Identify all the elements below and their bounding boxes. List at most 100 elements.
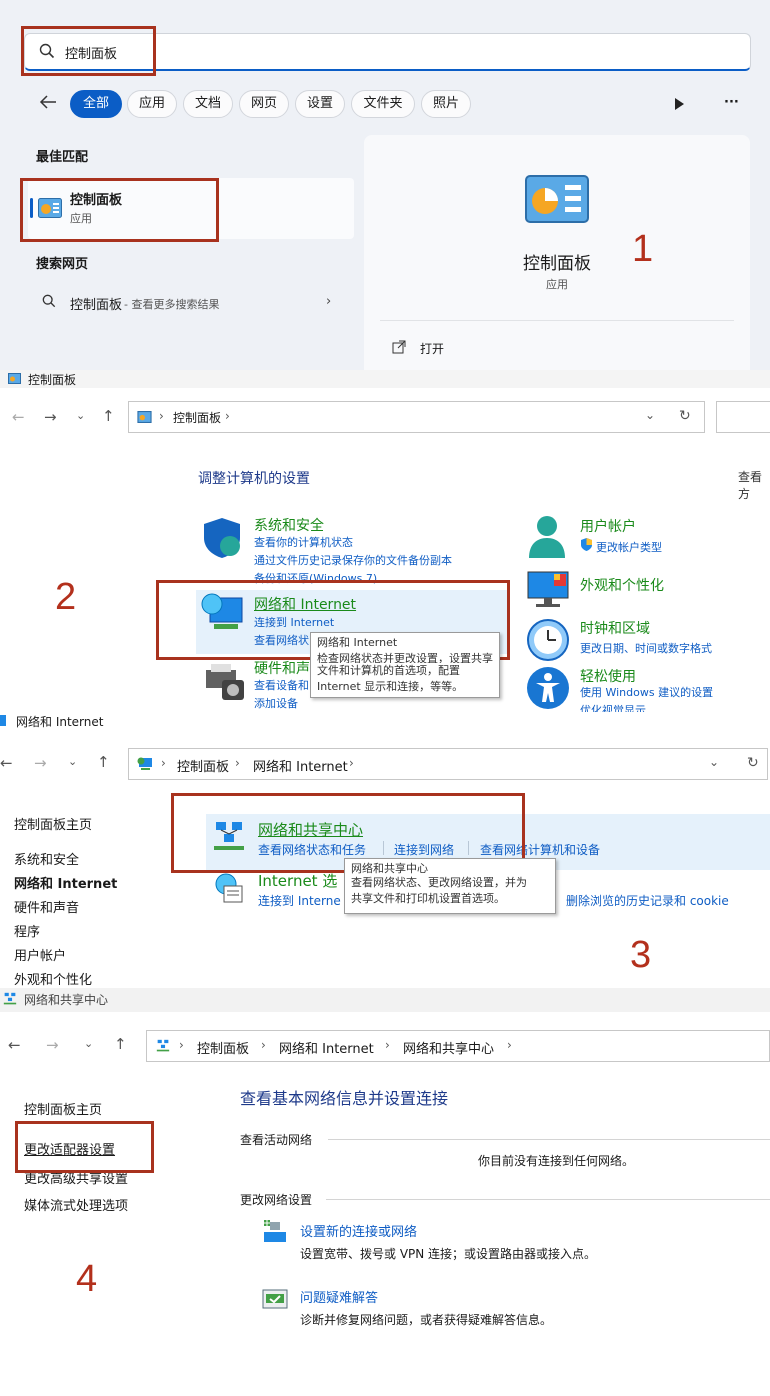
tooltip-line: 检查网络状态并更改设置，设置共享 <box>317 652 493 663</box>
web-search-item[interactable]: 控制面板 - 查看更多搜索结果 › <box>28 285 354 317</box>
address-bar[interactable]: › 控制面板 › ⌄ ↻ <box>128 401 705 433</box>
printer-icon <box>202 662 244 705</box>
address-bar[interactable]: › 控制面板 › 网络和 Internet › 网络和共享中心 › <box>146 1030 770 1062</box>
view-by-label[interactable]: 查看方 <box>738 468 770 502</box>
forward-icon[interactable]: → <box>34 754 47 772</box>
open-button[interactable]: 打开 <box>390 338 510 360</box>
more-icon[interactable]: ··· <box>724 95 739 110</box>
sidebar-item-system[interactable]: 系统和安全 <box>14 849 79 868</box>
breadcrumb-network-internet[interactable]: 网络和 Internet <box>253 756 348 775</box>
play-icon[interactable] <box>674 98 684 113</box>
chevron-right-icon: › <box>225 409 230 423</box>
filter-apps[interactable]: 应用 <box>127 90 177 118</box>
sidebar-item-hardware[interactable]: 硬件和声音 <box>14 897 79 916</box>
uac-shield-icon <box>580 538 593 554</box>
category-hardware-sound[interactable]: 硬件和声 <box>254 658 310 678</box>
network-small-icon <box>137 757 153 774</box>
category-system-security[interactable]: 系统和安全 <box>254 515 324 535</box>
sidebar-item-home[interactable]: 控制面板主页 <box>24 1099 102 1118</box>
chevron-right-icon: › <box>235 756 240 770</box>
best-match-heading: 最佳匹配 <box>36 150 89 165</box>
chevron-right-icon: › <box>159 409 164 423</box>
window-title: 网络和 Internet <box>16 715 104 729</box>
chevron-down-icon[interactable]: ⌄ <box>709 755 719 769</box>
chevron-right-icon: › <box>179 1038 184 1052</box>
step-number: 2 <box>55 576 77 618</box>
breadcrumb-control-panel[interactable]: 控制面板 <box>197 1038 249 1057</box>
link-computer-status[interactable]: 查看你的计算机状态 <box>254 534 353 550</box>
open-external-icon <box>392 340 406 357</box>
forward-icon[interactable]: → <box>44 408 57 426</box>
recent-dropdown-icon[interactable]: ⌄ <box>84 1037 93 1050</box>
up-icon[interactable]: ↑ <box>114 1035 127 1053</box>
page-heading: 调整计算机的设置 <box>198 471 310 487</box>
link-add-device[interactable]: 添加设备 <box>254 695 298 711</box>
breadcrumb-network-internet[interactable]: 网络和 Internet <box>279 1038 374 1057</box>
filter-docs[interactable]: 文档 <box>183 90 233 118</box>
filter-folders[interactable]: 文件夹 <box>351 90 415 118</box>
tooltip-line: 查看网络状态、更改网络设置，并为 <box>351 876 527 889</box>
tooltip-line: Internet 显示和连接，等等。 <box>317 680 464 693</box>
link-date-time-format[interactable]: 更改日期、时间或数字格式 <box>580 640 712 656</box>
recent-dropdown-icon[interactable]: ⌄ <box>68 755 77 768</box>
link-devices[interactable]: 查看设备和 <box>254 677 309 693</box>
back-icon[interactable]: ← <box>12 408 25 426</box>
category-ease-of-access[interactable]: 轻松使用 <box>580 666 636 686</box>
link-recommended-settings[interactable]: 使用 Windows 建议的设置 <box>580 684 713 700</box>
address-bar[interactable]: › 控制面板 › 网络和 Internet › ⌄ ↻ <box>128 748 768 780</box>
category-clock-region[interactable]: 时钟和区域 <box>580 618 650 638</box>
search-field[interactable] <box>716 401 770 433</box>
chevron-down-icon[interactable]: ⌄ <box>645 408 655 422</box>
category-appearance[interactable]: 外观和个性化 <box>580 575 664 595</box>
link-delete-history[interactable]: 删除浏览的历史记录和 cookie <box>566 892 729 909</box>
sidebar-item-users[interactable]: 用户帐户 <box>14 945 66 964</box>
control-panel-large-icon <box>525 175 589 226</box>
preview-pane: 控制面板 应用 打开 <box>364 135 750 370</box>
sidebar-item-appearance[interactable]: 外观和个性化 <box>14 969 92 988</box>
up-icon[interactable]: ↑ <box>102 407 115 425</box>
sharing-center-window: 网络和共享中心 ← → ⌄ ↑ › 控制面板 › 网络和 Internet › … <box>0 988 770 1396</box>
highlight-search <box>21 26 156 76</box>
category-user-accounts[interactable]: 用户帐户 <box>580 516 636 536</box>
step-number: 3 <box>630 934 652 976</box>
sharing-center-tooltip: 网络和共享中心 查看网络状态、更改网络设置，并为 共享文件和打印机设置首选项。 <box>344 858 556 914</box>
control-panel-small-icon <box>8 373 21 387</box>
chevron-right-icon: › <box>507 1038 512 1052</box>
troubleshoot-icon <box>262 1286 288 1315</box>
refresh-icon[interactable]: ↻ <box>679 408 691 424</box>
link-troubleshoot[interactable]: 问题疑难解答 <box>300 1287 378 1306</box>
chevron-right-icon: › <box>385 1038 390 1052</box>
monitor-icon <box>526 570 570 613</box>
tooltip-line: 文件和计算机的首选项，配置 <box>317 664 460 677</box>
sidebar-item-media-streaming[interactable]: 媒体流式处理选项 <box>24 1195 128 1214</box>
breadcrumb-control-panel[interactable]: 控制面板 <box>177 756 229 775</box>
forward-icon[interactable]: → <box>46 1036 59 1054</box>
breadcrumb-control-panel[interactable]: 控制面板 <box>173 409 221 426</box>
divider <box>328 1139 770 1140</box>
up-icon[interactable]: ↑ <box>97 753 110 771</box>
title-bar: 网络和 Internet <box>0 712 770 730</box>
back-icon[interactable]: ← <box>8 1036 21 1054</box>
link-change-account-type[interactable]: 更改帐户类型 <box>596 539 662 555</box>
filter-all[interactable]: 全部 <box>70 90 122 118</box>
link-connect-internet[interactable]: 连接到 Interne <box>258 892 341 909</box>
back-arrow-icon[interactable] <box>38 92 58 115</box>
refresh-icon[interactable]: ↻ <box>747 755 759 771</box>
breadcrumb-sharing-center[interactable]: 网络和共享中心 <box>403 1038 494 1057</box>
link-new-connection[interactable]: 设置新的连接或网络 <box>300 1221 417 1240</box>
divider <box>326 1199 770 1200</box>
sidebar-item-network[interactable]: 网络和 Internet <box>14 873 117 892</box>
preview-title: 控制面板 <box>523 254 591 274</box>
filter-web[interactable]: 网页 <box>239 90 289 118</box>
link-file-history[interactable]: 通过文件历史记录保存你的文件备份副本 <box>254 552 452 568</box>
control-panel-small-icon <box>137 411 152 426</box>
filter-settings[interactable]: 设置 <box>295 90 345 118</box>
link-optimize-display[interactable]: 优化视觉显示 <box>580 702 646 712</box>
recent-dropdown-icon[interactable]: ⌄ <box>76 409 85 422</box>
sidebar-item-programs[interactable]: 程序 <box>14 921 40 940</box>
internet-options-title[interactable]: Internet 选 <box>258 870 337 891</box>
back-icon[interactable]: ← <box>0 754 13 772</box>
sidebar-item-home[interactable]: 控制面板主页 <box>14 814 92 833</box>
filter-photos[interactable]: 照片 <box>421 90 471 118</box>
active-networks-label: 查看活动网络 <box>240 1133 313 1147</box>
